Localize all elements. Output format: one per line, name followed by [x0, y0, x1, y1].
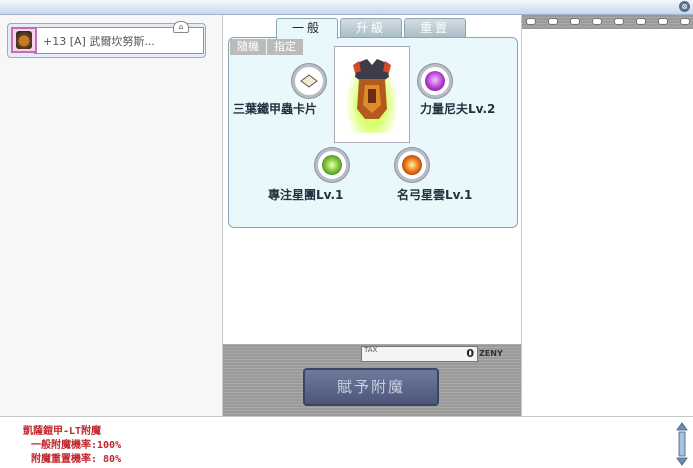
item-entry[interactable]: +13 [A] 武爾坎努斯... ⌂ [7, 21, 206, 58]
subtab-random[interactable]: 隨機 [230, 39, 266, 55]
action-bar: TAX 0 ZENY 賦予附魔 [223, 344, 521, 416]
slot-bow-label: 名弓星雲Lv.1 [397, 188, 473, 202]
tax-label: TAX [364, 346, 378, 354]
currency-label: ZENY [479, 349, 503, 358]
header-dot [526, 18, 536, 25]
green-orb-icon [322, 155, 342, 175]
info-title: 凱薩鎧甲-LT附魔 [23, 426, 102, 437]
tab-reset[interactable]: 重置 [404, 18, 466, 38]
item-name: +13 [A] 武爾坎努斯... [43, 35, 155, 48]
tax-box: TAX 0 [361, 346, 478, 362]
orange-orb-icon [402, 155, 422, 175]
enchant-panel: 隨機 指定 三葉鐵甲蟲卡片 力量尼夫Lv.2 專注星團Lv.1 名弓星雲Lv.1 [228, 37, 518, 228]
close-icon[interactable]: ⊗ [679, 1, 690, 12]
slot-strength[interactable] [418, 64, 452, 98]
right-header [522, 15, 693, 29]
armor-icon [11, 27, 37, 53]
armor-icon-image [16, 31, 32, 49]
grant-enchant-button[interactable]: 賦予附魔 [303, 368, 439, 406]
info-panel: 凱薩鎧甲-LT附魔 一般附魔機率:100% 附魔重置機率: 80% [0, 416, 693, 468]
right-pane [521, 15, 693, 416]
item-list-pane: +13 [A] 武爾坎努斯... ⌂ [0, 15, 223, 416]
scrollbar[interactable] [676, 422, 688, 466]
tax-value: 0 [466, 347, 474, 360]
armor-icon [353, 59, 391, 119]
slot-focus[interactable] [315, 148, 349, 182]
info-reset-rate: 附魔重置機率: 80% [31, 454, 122, 465]
equipment-preview [334, 46, 410, 143]
slot-strength-label: 力量尼夫Lv.2 [420, 102, 496, 116]
header-dot [548, 18, 558, 25]
header-dot [570, 18, 580, 25]
purple-gem-icon [425, 71, 445, 91]
slot-card[interactable] [292, 64, 326, 98]
slot-focus-label: 專注星團Lv.1 [268, 188, 344, 202]
card-icon [299, 71, 319, 91]
info-general-rate: 一般附魔機率:100% [31, 440, 122, 451]
hat-icon: ⌂ [173, 21, 189, 33]
tab-general[interactable]: 一般 [276, 18, 338, 39]
title-bar: ⊗ [0, 0, 693, 15]
slot-bow[interactable] [395, 148, 429, 182]
header-dot [592, 18, 602, 25]
subtab-specified[interactable]: 指定 [267, 39, 303, 55]
header-dot [680, 18, 690, 25]
slot-card-label: 三葉鐵甲蟲卡片 [233, 102, 318, 116]
header-dot [636, 18, 646, 25]
enchant-pane: 一般 升級 重置 隨機 指定 三葉鐵甲蟲卡片 力量尼夫Lv.2 專注星團Lv.1… [223, 15, 521, 344]
header-dot [614, 18, 624, 25]
header-dot [658, 18, 668, 25]
tab-upgrade[interactable]: 升級 [340, 18, 402, 38]
